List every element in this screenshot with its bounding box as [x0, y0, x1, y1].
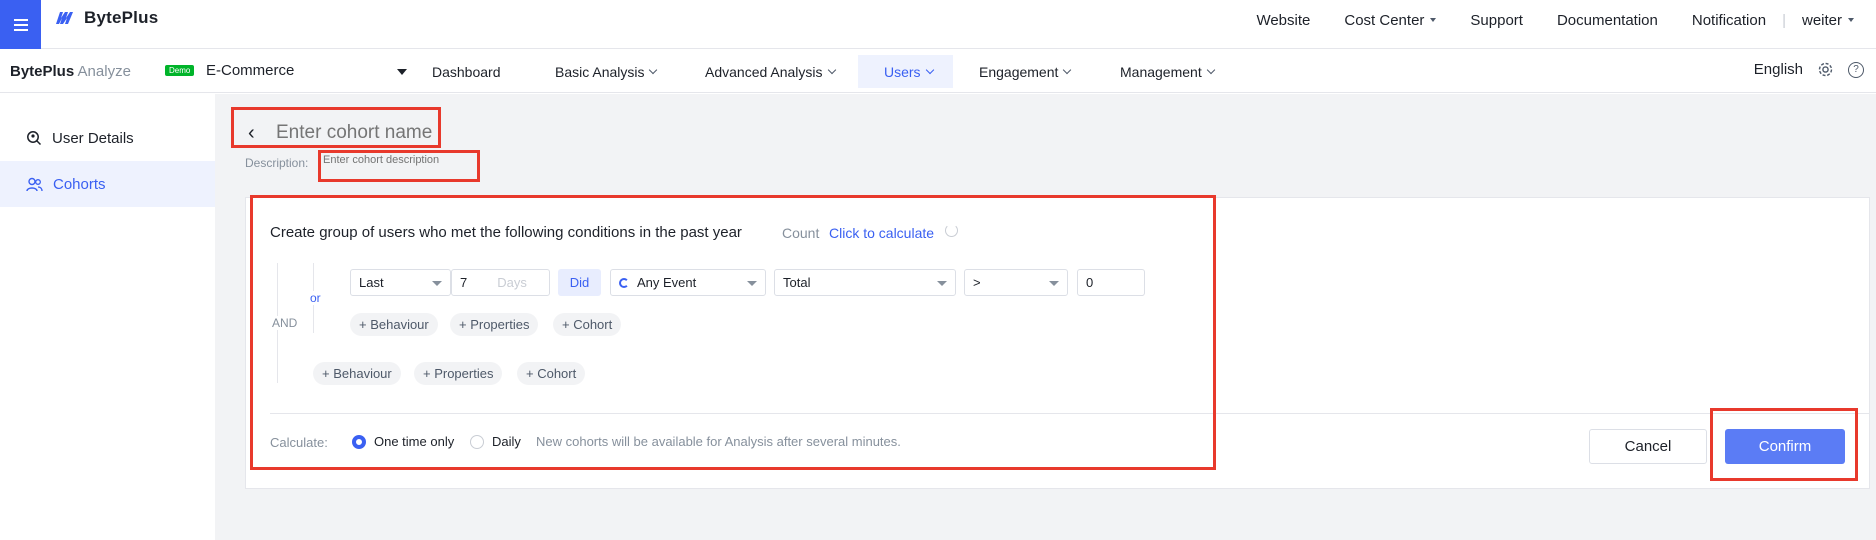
chevron-down-icon	[432, 281, 442, 286]
radio-daily-label[interactable]: Daily	[492, 434, 521, 449]
nav-advanced-analysis-label: Advanced Analysis	[705, 63, 823, 80]
link-website[interactable]: Website	[1256, 12, 1310, 29]
nav-advanced-analysis[interactable]: Advanced Analysis	[693, 55, 847, 88]
link-cost-center[interactable]: Cost Center	[1344, 11, 1437, 29]
cohort-description-input[interactable]	[323, 154, 473, 166]
days-value: 7	[460, 275, 468, 290]
radio-daily[interactable]	[470, 435, 484, 449]
product-name-light: Analyze	[77, 63, 131, 80]
operator-value: >	[973, 275, 981, 290]
sidebar-item-user-details[interactable]: User Details	[0, 115, 215, 161]
top-links: Website Cost Center Support Documentatio…	[1222, 0, 1854, 40]
sidebar: User Details Cohorts	[0, 94, 215, 540]
search-user-icon	[27, 131, 42, 146]
sidebar-item-label: Cohorts	[53, 175, 106, 193]
nav-bar: BytePlus Analyze Demo E-Commerce Dashboa…	[0, 49, 1876, 93]
calculate-label: Calculate:	[270, 435, 328, 450]
event-icon	[619, 277, 629, 288]
and-toggle[interactable]: AND	[270, 316, 300, 330]
project-caret-icon[interactable]	[397, 69, 407, 75]
sidebar-item-cohorts[interactable]: Cohorts	[0, 161, 215, 207]
nav-right: English ?	[1754, 61, 1864, 78]
nav-basic-analysis[interactable]: Basic Analysis	[543, 55, 668, 88]
add-behaviour-button[interactable]: + Behaviour	[350, 313, 438, 336]
nav-engagement-label: Engagement	[979, 63, 1059, 80]
time-range-value: Last	[359, 275, 384, 290]
days-unit: Days	[497, 275, 527, 290]
time-range-select[interactable]: Last	[350, 269, 451, 296]
help-icon[interactable]: ?	[1848, 61, 1864, 78]
or-toggle[interactable]: or	[308, 291, 323, 305]
product-name: BytePlus Analyze	[10, 63, 131, 80]
demo-badge: Demo	[165, 65, 195, 76]
nav-management[interactable]: Management	[1108, 55, 1226, 88]
product-name-bold: BytePlus	[10, 63, 75, 80]
operator-select[interactable]: >	[964, 269, 1068, 296]
add-cohort-button[interactable]: + Cohort	[517, 362, 586, 385]
measure-select[interactable]: Total	[774, 269, 956, 296]
caret-down-icon	[1430, 18, 1437, 22]
top-bar: BytePlus Website Cost Center Support Doc…	[0, 0, 1876, 49]
cohort-name-row: ‹	[248, 122, 436, 144]
cohort-name-input[interactable]	[276, 122, 436, 144]
days-input[interactable]: 7 Days	[451, 269, 550, 296]
nav-dashboard[interactable]: Dashboard	[420, 55, 513, 88]
nav-users-label: Users	[884, 63, 921, 80]
value-input[interactable]: 0	[1077, 269, 1145, 296]
value-text: 0	[1086, 275, 1094, 290]
refresh-icon[interactable]	[945, 224, 958, 237]
chevron-down-icon	[925, 65, 934, 75]
add-behaviour-button[interactable]: + Behaviour	[313, 362, 401, 385]
chevron-down-icon	[649, 65, 658, 75]
chevron-down-icon	[1206, 65, 1215, 75]
link-documentation[interactable]: Documentation	[1557, 12, 1658, 29]
add-cohort-button[interactable]: + Cohort	[553, 313, 622, 336]
caret-down-icon	[1848, 18, 1854, 22]
sidebar-item-label: User Details	[52, 129, 134, 147]
user-menu[interactable]: weiter	[1802, 12, 1854, 29]
add-properties-button[interactable]: + Properties	[450, 313, 539, 336]
radio-one-time-only[interactable]	[352, 435, 366, 449]
back-arrow-icon[interactable]: ‹	[248, 123, 262, 143]
description-label: Description:	[245, 156, 309, 170]
divider: |	[1782, 11, 1786, 29]
link-support[interactable]: Support	[1470, 12, 1523, 29]
cancel-button[interactable]: Cancel	[1589, 429, 1707, 464]
radio-one-time-only-label[interactable]: One time only	[374, 434, 454, 449]
byteplus-logo[interactable]: BytePlus	[56, 8, 158, 28]
nav-engagement[interactable]: Engagement	[967, 55, 1082, 88]
add-properties-button[interactable]: + Properties	[414, 362, 503, 385]
byteplus-logo-icon	[56, 12, 73, 24]
chevron-down-icon	[827, 65, 836, 75]
user-name: weiter	[1801, 11, 1842, 29]
chevron-down-icon	[1049, 281, 1059, 286]
logo-text: BytePlus	[84, 8, 159, 27]
link-notification[interactable]: Notification	[1692, 12, 1766, 29]
event-select[interactable]: Any Event	[610, 269, 766, 296]
did-toggle[interactable]: Did	[558, 269, 601, 296]
conditions-title: Create group of users who met the follow…	[270, 224, 742, 241]
link-cost-center-label: Cost Center	[1344, 11, 1425, 29]
menu-icon[interactable]	[0, 0, 41, 49]
nav-management-label: Management	[1120, 63, 1202, 80]
nav-dashboard-label: Dashboard	[432, 63, 501, 80]
count-label: Count	[782, 225, 820, 241]
confirm-button[interactable]: Confirm	[1725, 429, 1845, 464]
nav-users[interactable]: Users	[858, 55, 953, 88]
users-icon	[26, 177, 43, 191]
divider	[270, 413, 1870, 414]
gear-icon[interactable]	[1817, 61, 1834, 78]
project-selector[interactable]: E-Commerce	[206, 62, 294, 79]
calculate-note: New cohorts will be available for Analys…	[536, 434, 901, 449]
chevron-down-icon	[747, 281, 757, 286]
chevron-down-icon	[1063, 65, 1072, 75]
click-to-calculate-link[interactable]: Click to calculate	[829, 225, 934, 241]
nav-basic-analysis-label: Basic Analysis	[555, 63, 645, 80]
chevron-down-icon	[937, 281, 947, 286]
event-value: Any Event	[637, 275, 697, 290]
language-selector[interactable]: English	[1754, 61, 1803, 78]
measure-value: Total	[783, 275, 811, 290]
